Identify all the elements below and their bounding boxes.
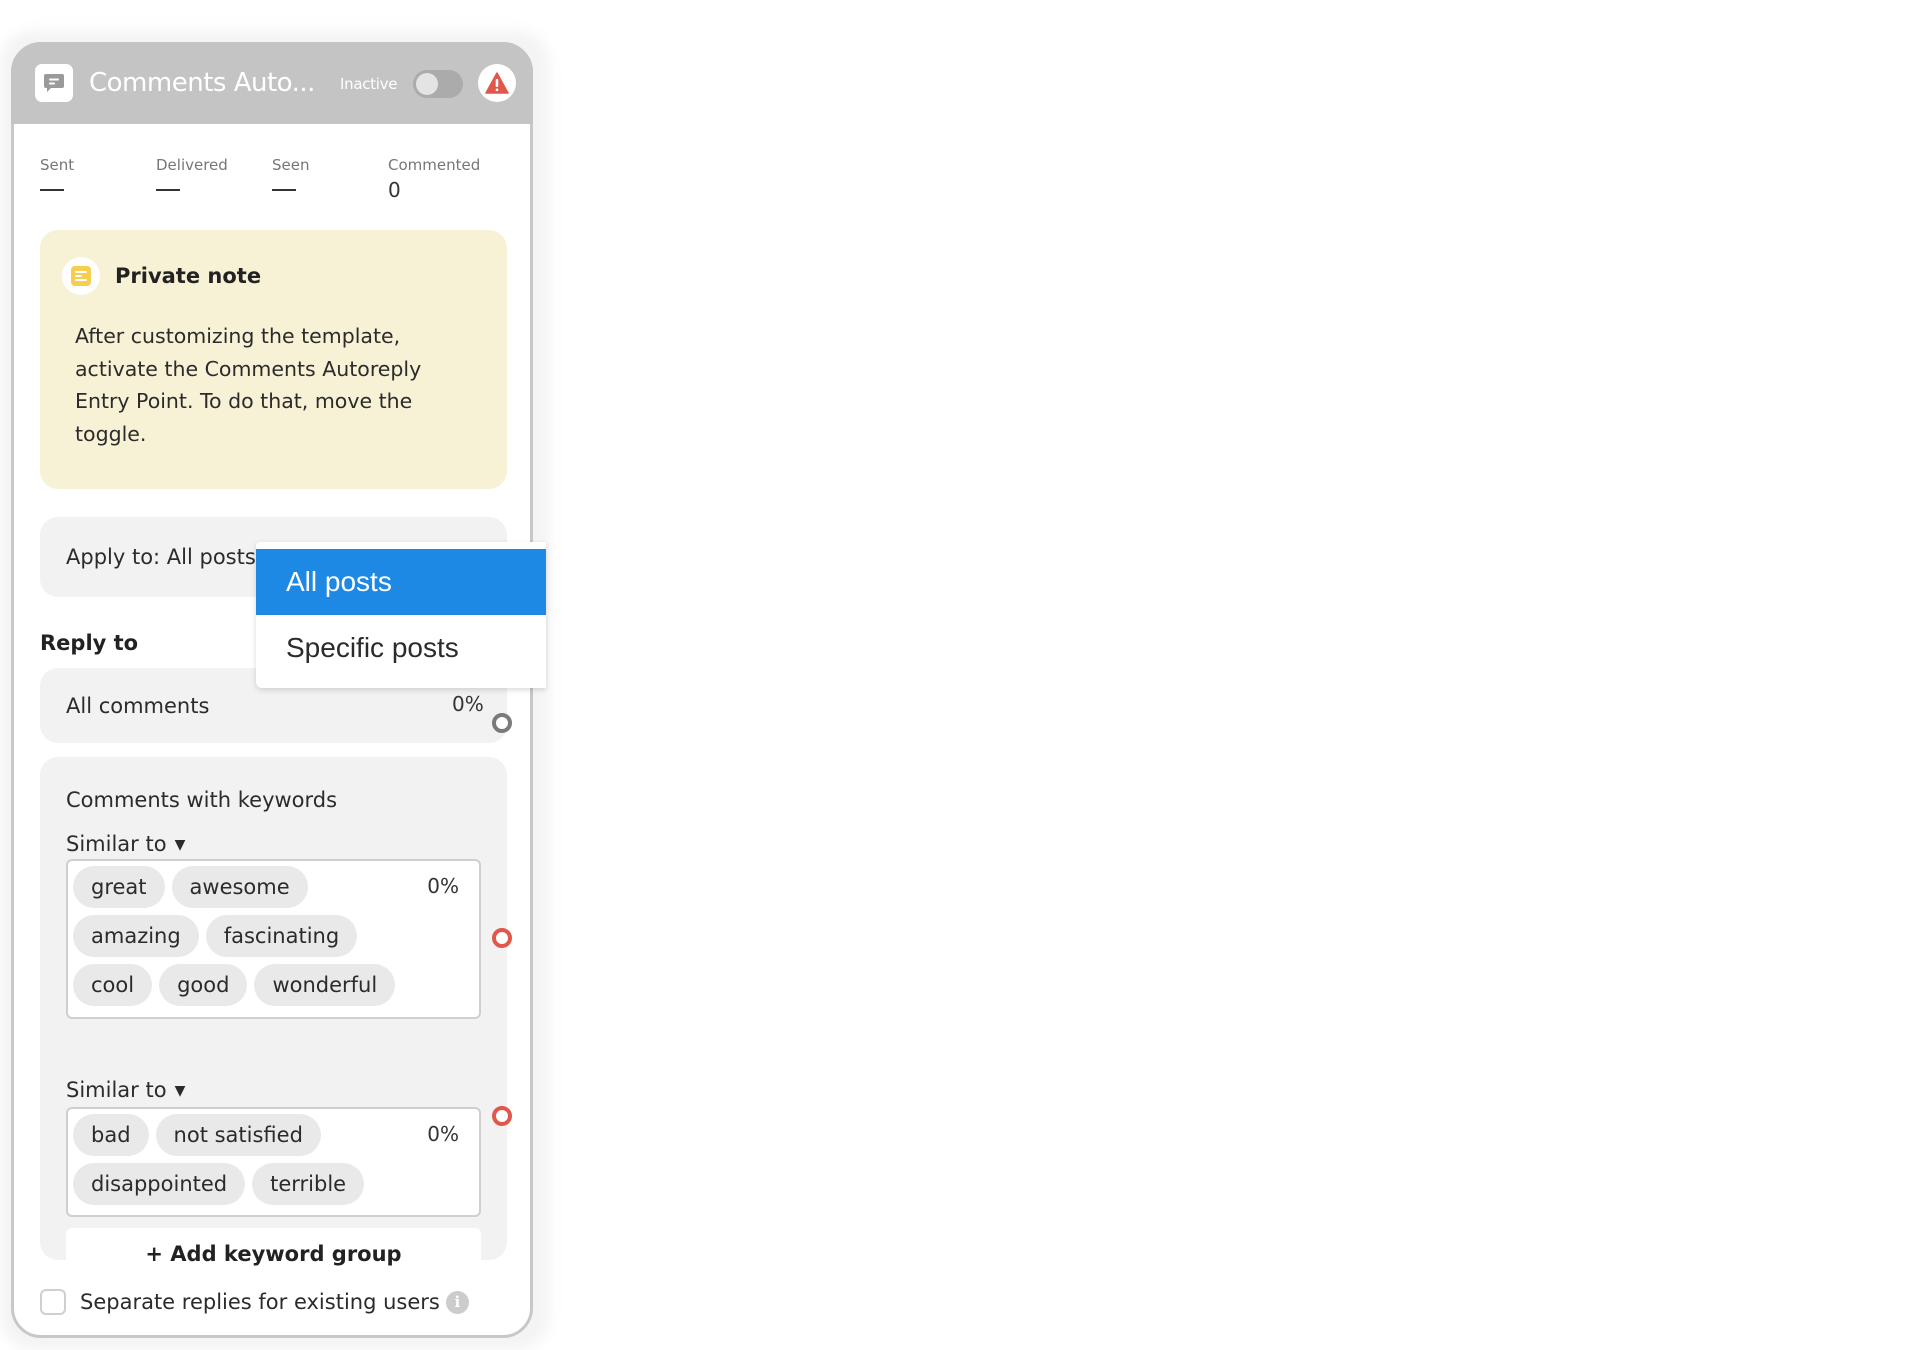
match-type-label: Similar to: [66, 1078, 167, 1102]
add-keyword-group-button[interactable]: + Add keyword group: [66, 1228, 481, 1280]
toggle-knob: [416, 73, 438, 95]
keyword-chips: great awesome amazing fascinating cool g…: [73, 866, 433, 1006]
stat-value: 0: [388, 178, 401, 202]
keyword-chip[interactable]: fascinating: [205, 915, 358, 957]
keywords-section: Comments with keywords Similar to ▼ great…: [40, 757, 507, 1280]
keyword-chip[interactable]: good: [159, 964, 248, 1006]
keyword-group-percent: 0%: [427, 874, 459, 898]
all-comments-percent: 0%: [452, 692, 484, 716]
stat-delivered: Delivered: [156, 155, 228, 191]
stat-seen: Seen: [272, 155, 310, 191]
stat-label: Commented: [388, 156, 481, 174]
stat-label: Delivered: [156, 156, 228, 174]
all-comments-connector[interactable]: [492, 713, 512, 733]
keyword-chip[interactable]: amazing: [73, 915, 199, 957]
keyword-chip[interactable]: terrible: [252, 1163, 365, 1205]
keyword-chips: bad not satisfied disappointed terrible: [73, 1114, 433, 1205]
card-header: Comments Auto... Inactive: [11, 42, 533, 124]
apply-to-label: Apply to: All posts: [66, 545, 256, 569]
comments-autoreply-card: Comments Auto... Inactive Sent Delivered…: [11, 42, 533, 1338]
match-type-label: Similar to: [66, 832, 167, 856]
keyword-chip[interactable]: great: [73, 866, 165, 908]
keyword-chip[interactable]: bad: [73, 1114, 149, 1156]
activation-toggle[interactable]: [413, 70, 463, 98]
comment-icon: [35, 64, 73, 102]
keyword-chip[interactable]: wonderful: [254, 964, 396, 1006]
stat-commented: Commented 0: [388, 155, 480, 203]
separate-replies-label[interactable]: Separate replies for existing users: [80, 1287, 440, 1317]
status-label: Inactive: [340, 75, 398, 93]
stat-label: Sent: [40, 156, 75, 174]
keyword-group[interactable]: great awesome amazing fascinating cool g…: [66, 859, 481, 1019]
stat-label: Seen: [272, 156, 310, 174]
keyword-chip[interactable]: awesome: [171, 866, 308, 908]
keywords-title: Comments with keywords: [66, 788, 338, 812]
keyword-group-percent: 0%: [427, 1122, 459, 1146]
keyword-chip[interactable]: cool: [73, 964, 153, 1006]
match-type-dropdown[interactable]: Similar to ▼: [66, 1075, 185, 1106]
reply-to-heading: Reply to: [40, 631, 139, 655]
keyword-chip[interactable]: disappointed: [73, 1163, 246, 1205]
keyword-chip[interactable]: not satisfied: [155, 1114, 321, 1156]
note-body: After customizing the template, activate…: [75, 324, 422, 446]
separate-replies-checkbox[interactable]: [40, 1289, 66, 1315]
private-note: Private note After customizing the templ…: [40, 230, 507, 489]
entry-point-title[interactable]: Comments Auto...: [89, 64, 315, 102]
stat-value-empty: [156, 189, 180, 191]
note-icon: [62, 257, 100, 295]
info-icon[interactable]: i: [445, 1290, 469, 1314]
apply-to-dropdown-menu: All posts Specific posts: [256, 542, 546, 688]
option-specific-posts[interactable]: Specific posts: [256, 615, 546, 681]
match-type-dropdown[interactable]: Similar to ▼: [66, 829, 185, 860]
stat-value-empty: [272, 189, 296, 191]
stat-sent: Sent: [40, 155, 74, 191]
option-all-posts[interactable]: All posts: [256, 549, 546, 615]
all-comments-label: All comments: [66, 694, 210, 718]
keyword-group-connector[interactable]: [492, 928, 512, 948]
keyword-group-connector[interactable]: [492, 1106, 512, 1126]
separate-replies-row: Separate replies for existing users i: [40, 1287, 469, 1317]
caret-down-icon: ▼: [174, 1083, 186, 1099]
note-title: Private note: [115, 264, 262, 288]
stat-value-empty: [40, 189, 64, 191]
warning-icon[interactable]: [478, 64, 516, 102]
caret-down-icon: ▼: [174, 837, 186, 853]
keyword-group[interactable]: bad not satisfied disappointed terrible …: [66, 1107, 481, 1217]
